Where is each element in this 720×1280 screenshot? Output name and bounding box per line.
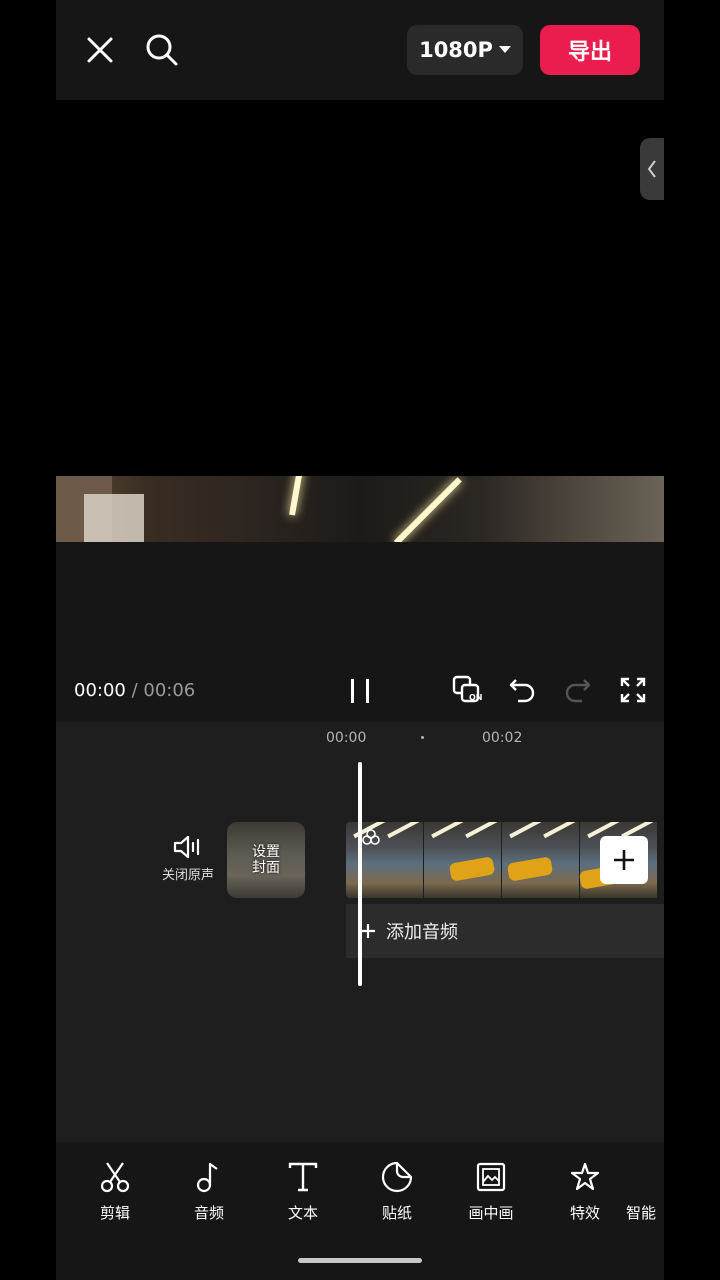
tool-label: 画中画	[468, 1204, 514, 1222]
effects-star-icon	[570, 1162, 600, 1191]
fullscreen-icon	[620, 677, 646, 703]
mute-label: 关闭原声	[161, 868, 214, 883]
time-display: 00:00 / 00:06	[74, 680, 195, 701]
ruler-label-00-02: 00:02	[482, 730, 523, 746]
time-separator: /	[125, 680, 144, 701]
sticker-icon	[381, 1161, 413, 1193]
cover-label-line2: 封面	[252, 860, 280, 876]
preview-canvas	[56, 100, 664, 476]
resolution-dropdown[interactable]: 1080P	[407, 25, 523, 75]
tool-audio[interactable]: 音频	[169, 1160, 249, 1223]
chevron-left-icon	[647, 160, 656, 178]
text-icon	[288, 1162, 318, 1192]
ruler-tick-dot	[421, 736, 424, 739]
undo-button[interactable]	[506, 674, 538, 706]
svg-text:ON: ON	[469, 693, 483, 702]
caret-down-icon	[498, 46, 511, 53]
smart-icon	[626, 1160, 660, 1194]
home-indicator	[298, 1258, 422, 1263]
video-editor-app: 1080P 导出 00:00 / 00:06 ON 00:00 00:02 关闭…	[56, 0, 664, 1280]
mute-original-audio-button[interactable]: 关闭原声	[158, 834, 218, 894]
tool-sticker[interactable]: 贴纸	[357, 1160, 437, 1223]
top-bar: 1080P 导出	[56, 0, 664, 100]
add-audio-track[interactable]: 添加音频	[346, 904, 664, 958]
clip-thumbnail	[502, 822, 579, 898]
redo-button[interactable]	[562, 674, 594, 706]
tool-label: 文本	[287, 1204, 318, 1222]
pause-button[interactable]	[342, 674, 378, 708]
tool-label: 智能	[626, 1204, 657, 1222]
keyframe-on-icon: ON	[452, 675, 483, 703]
side-panel-handle[interactable]	[640, 138, 664, 200]
music-note-icon	[196, 1162, 218, 1193]
set-cover-button[interactable]: 设置 封面	[227, 822, 305, 898]
undo-icon	[509, 679, 535, 703]
scissors-icon	[100, 1162, 130, 1193]
add-audio-label: 添加音频	[386, 922, 458, 943]
fullscreen-button[interactable]	[617, 674, 649, 706]
picture-in-picture-icon	[476, 1162, 506, 1192]
keyframe-on-button[interactable]: ON	[452, 674, 484, 706]
search-button[interactable]	[142, 30, 182, 70]
close-icon	[87, 37, 113, 63]
resolution-label: 1080P	[419, 38, 493, 62]
tool-effects[interactable]: 特效	[545, 1160, 625, 1223]
search-icon	[146, 34, 178, 66]
tool-edit[interactable]: 剪辑	[75, 1160, 155, 1223]
plus-icon	[361, 924, 375, 938]
tool-smart[interactable]: 智能	[626, 1160, 664, 1223]
cover-label: 设置 封面	[252, 844, 280, 876]
redo-icon	[565, 679, 591, 703]
tool-picture-in-picture[interactable]: 画中画	[451, 1160, 531, 1223]
cover-label-line1: 设置	[252, 844, 280, 860]
tool-label: 音频	[193, 1204, 224, 1222]
clip-thumbnail	[424, 822, 501, 898]
speaker-icon	[173, 835, 200, 859]
playback-bar: 00:00 / 00:06 ON	[56, 660, 664, 722]
close-button[interactable]	[80, 30, 120, 70]
tool-text[interactable]: 文本	[263, 1160, 343, 1223]
export-button[interactable]: 导出	[540, 25, 640, 75]
add-clip-button[interactable]	[600, 836, 648, 884]
plus-icon	[614, 850, 634, 870]
export-label: 导出	[567, 40, 612, 65]
timeline-panel[interactable]: 00:00 00:02 关闭原声 设置 封面 添加音频	[56, 722, 664, 1142]
tool-label: 特效	[569, 1204, 600, 1222]
video-frame-preview	[56, 476, 664, 542]
playhead[interactable]	[358, 762, 362, 986]
transition-icon	[362, 829, 380, 845]
pause-icon	[351, 679, 369, 703]
ruler-label-00-00: 00:00	[326, 730, 367, 746]
tool-label: 贴纸	[381, 1204, 412, 1222]
current-time: 00:00	[74, 680, 126, 701]
tool-label: 剪辑	[99, 1204, 130, 1222]
total-time: 00:06	[143, 680, 196, 701]
bottom-toolbar: 剪辑 音频 文本 贴纸 画中画 特效 智能	[56, 1142, 664, 1252]
